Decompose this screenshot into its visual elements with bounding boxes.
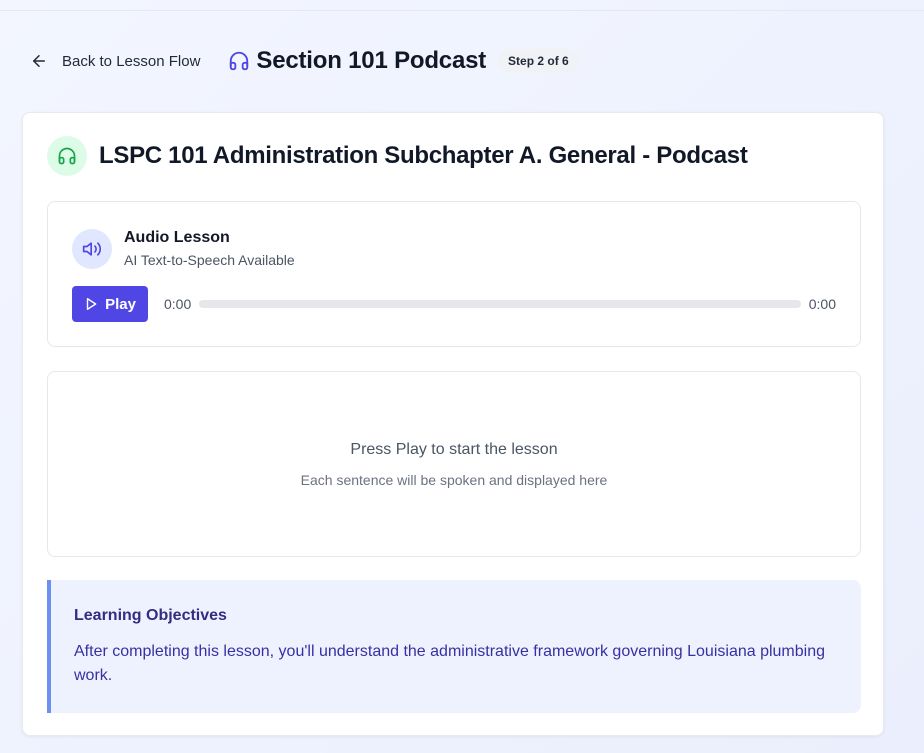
play-icon: [84, 297, 98, 311]
lesson-card: LSPC 101 Administration Subchapter A. Ge…: [22, 112, 884, 736]
back-to-lesson-flow-link[interactable]: Back to Lesson Flow: [30, 52, 200, 70]
page-title-group: Section 101 Podcast: [228, 47, 486, 75]
objectives-text: After completing this lesson, you'll und…: [74, 643, 826, 684]
top-divider: [0, 10, 924, 11]
lesson-title: LSPC 101 Administration Subchapter A. Ge…: [99, 142, 748, 169]
page-title: Section 101 Podcast: [256, 47, 487, 74]
audio-controls: Play 0:00 0:00: [72, 286, 836, 322]
audio-player-panel: Audio Lesson AI Text-to-Speech Available…: [47, 201, 861, 347]
transcript-panel: Press Play to start the lesson Each sent…: [47, 371, 861, 557]
transcript-prompt: Press Play to start the lesson: [350, 441, 558, 458]
learning-objectives: Learning Objectives After completing thi…: [47, 580, 861, 713]
objectives-title: Learning Objectives: [74, 607, 227, 624]
transcript-hint: Each sentence will be spoken and display…: [300, 472, 608, 488]
duration-time: 0:00: [808, 296, 836, 312]
audio-lesson-title: Audio Lesson: [124, 229, 230, 246]
speaker-icon: [72, 228, 112, 269]
audio-header: Audio Lesson AI Text-to-Speech Available: [72, 228, 295, 269]
current-time: 0:00: [164, 296, 192, 312]
lesson-header: LSPC 101 Administration Subchapter A. Ge…: [47, 136, 748, 176]
audio-progress-bar[interactable]: [199, 300, 801, 308]
back-link-label: Back to Lesson Flow: [62, 52, 201, 70]
page-header: Back to Lesson Flow Section 101 Podcast …: [30, 44, 579, 78]
arrow-left-icon: [30, 52, 48, 70]
headphones-icon: [228, 50, 250, 72]
audio-lesson-subtitle: AI Text-to-Speech Available: [124, 252, 295, 268]
play-button[interactable]: Play: [72, 286, 148, 322]
play-button-label: Play: [105, 295, 136, 313]
step-badge: Step 2 of 6: [498, 49, 579, 73]
lesson-headphones-icon: [47, 136, 87, 176]
